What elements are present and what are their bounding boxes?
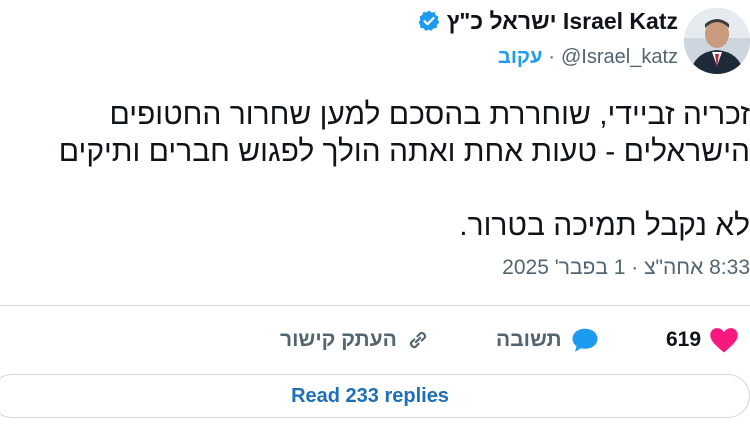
verified-badge-icon xyxy=(418,10,440,31)
follow-button[interactable]: עקוב xyxy=(498,46,542,69)
divider xyxy=(0,305,750,306)
action-bar: 619 תשובה העתק קישור xyxy=(0,318,750,362)
reply-label: תשובה xyxy=(496,328,562,351)
tweet-line-1: זכריה זביידי, שוחררת בהסכם למען שחרור הח… xyxy=(109,98,750,131)
heart-icon xyxy=(710,328,738,353)
tweet-line-3: לא נקבל תמיכה בטרור. xyxy=(459,209,750,242)
tweet-line-2: הישראלים - טעות אחת ואתה הולך לפגוש חברי… xyxy=(58,135,750,168)
reply-bubble-icon xyxy=(572,328,598,352)
handle-row: עקוב · @Israel_katz xyxy=(498,42,678,72)
tweet-timestamp[interactable]: 8:33 אחה"צ · 1 בפבר' 2025 xyxy=(450,256,750,280)
reply-button[interactable]: תשובה xyxy=(496,318,600,362)
like-button[interactable]: 619 xyxy=(666,318,739,362)
link-icon xyxy=(409,331,426,349)
copy-link-label: העתק קישור xyxy=(280,328,397,351)
author-handle[interactable]: @Israel_katz xyxy=(561,46,678,69)
copy-link-button[interactable]: העתק קישור xyxy=(280,318,431,362)
avatar[interactable] xyxy=(684,8,750,74)
tweet-text: זכריה זביידי, שוחררת בהסכם למען שחרור הח… xyxy=(0,96,750,244)
profile-photo-icon xyxy=(684,8,750,74)
author-name[interactable]: ישראל כ"ץ Israel Katz xyxy=(447,8,678,35)
author-name-row[interactable]: ישראל כ"ץ Israel Katz xyxy=(417,4,678,38)
read-replies-button[interactable]: Read 233 replies xyxy=(0,374,750,418)
like-count: 619 xyxy=(666,328,702,351)
separator-dot: · xyxy=(548,45,555,68)
